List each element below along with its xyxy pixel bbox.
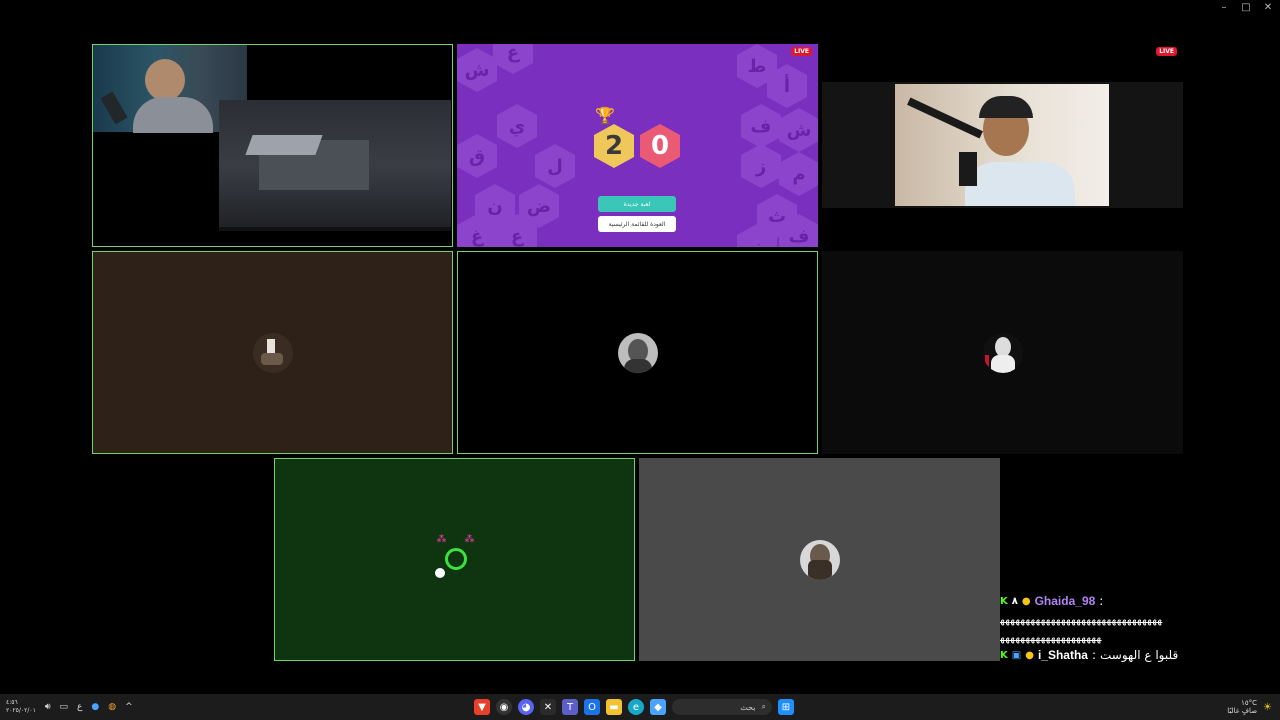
- app-icon[interactable]: ◆: [650, 699, 666, 715]
- volume-icon[interactable]: 🔊︎: [45, 702, 51, 712]
- bg-hex: ش: [779, 108, 818, 152]
- live-badge: LIVE: [791, 47, 812, 56]
- bg-hex: ش: [457, 48, 497, 92]
- main-menu-button[interactable]: العودة للقائمة الرئيسية: [598, 216, 676, 232]
- network-icon[interactable]: ▭: [60, 702, 69, 712]
- discord-icon[interactable]: ◕: [518, 699, 534, 715]
- tile-participant[interactable]: [822, 251, 1183, 454]
- maximize-button[interactable]: □: [1240, 2, 1252, 13]
- weather-temp: ١٥°C: [1241, 699, 1258, 707]
- windows-start-icon[interactable]: ⊞: [778, 699, 794, 715]
- tile-game[interactable]: LIVE ش ع ي ق ل ن ض غ ع ط أ ف ش ز م ث ف ز…: [457, 44, 818, 247]
- bg-hex: م: [779, 152, 818, 196]
- search-box[interactable]: بحث ⌕: [672, 699, 772, 715]
- chat-separator: :: [1099, 594, 1104, 608]
- tile-participant[interactable]: [92, 251, 453, 454]
- chat-message: K ▣ ● i_Shatha : قلبوا ع الهوست: [1000, 646, 1275, 664]
- live-badge: LIVE: [1156, 47, 1177, 56]
- bg-hex: ي: [497, 104, 537, 148]
- bg-hex: ق: [457, 134, 497, 178]
- tile-webcam[interactable]: LIVE: [822, 44, 1183, 247]
- window-controls: – □ ✕: [1218, 2, 1274, 13]
- weather-icon: ☀: [1263, 701, 1272, 713]
- terminal-icon[interactable]: ✕: [540, 699, 556, 715]
- avatar: [982, 332, 1023, 373]
- avatar: [617, 332, 658, 373]
- taskbar: ٤:٥٦ ٢٠٢٥/٠٢/٠١ 🔊︎ ▭ ع ● ◍ ^ ▼ ◉ ◕ ✕ T O…: [0, 694, 1280, 720]
- chat-text: قلبوا ع الهوست: [1100, 648, 1179, 662]
- edge-icon[interactable]: e: [628, 699, 644, 715]
- teams-icon[interactable]: T: [562, 699, 578, 715]
- coin-badge-icon: ●: [1025, 649, 1034, 661]
- badge-icon: ٨: [1011, 595, 1018, 607]
- bg-hex: ف: [741, 104, 781, 148]
- outlook-icon[interactable]: O: [584, 699, 600, 715]
- avatar: [799, 539, 840, 580]
- minimize-button[interactable]: –: [1218, 2, 1230, 13]
- kick-badge-icon: K: [1000, 649, 1008, 661]
- d-logo-icon: [444, 547, 467, 570]
- chat-username: i_Shatha: [1037, 648, 1088, 662]
- avatar: [252, 332, 293, 373]
- weather[interactable]: ١٥°C صافٍ غالبًا ☀: [1227, 699, 1272, 715]
- webcam-feed: [895, 84, 1109, 206]
- chevron-up-icon[interactable]: ^: [125, 702, 133, 712]
- language-indicator[interactable]: ع: [77, 702, 82, 712]
- new-game-button[interactable]: لعبة جديدة: [598, 196, 676, 212]
- bg-hex: ز: [741, 144, 781, 188]
- system-tray: ٤:٥٦ ٢٠٢٥/٠٢/٠١ 🔊︎ ▭ ع ● ◍ ^: [6, 699, 133, 715]
- clock-time: ٤:٥٦: [6, 699, 18, 706]
- chat-text: ﻬﻬﻬﻬﻬﻬﻬﻬﻬﻬﻬﻬﻬﻬﻬﻬﻬﻬﻬﻬ: [1000, 630, 1102, 644]
- clock-date: ٢٠٢٥/٠٢/٠١: [6, 707, 36, 714]
- clock[interactable]: ٤:٥٦ ٢٠٢٥/٠٢/٠١: [6, 699, 36, 715]
- bg-hex: ل: [535, 144, 575, 188]
- score-left: 2: [594, 124, 634, 168]
- chat-overlay: K ٨ ● Ghaida_98 : ﻬﻬﻬﻬﻬﻬﻬﻬﻬﻬﻬﻬﻬﻬﻬﻬﻬﻬﻬﻬﻬﻬ…: [1000, 592, 1275, 664]
- sub-badge-icon: ▣: [1011, 649, 1022, 661]
- brave-icon[interactable]: ▼: [474, 699, 490, 715]
- tile-participant[interactable]: [639, 458, 1000, 661]
- chat-separator: :: [1091, 648, 1096, 662]
- obs-icon[interactable]: ◉: [496, 699, 512, 715]
- mic-icon[interactable]: ●: [91, 702, 99, 712]
- coin-badge-icon: ●: [1021, 595, 1031, 607]
- taskbar-apps: ▼ ◉ ◕ ✕ T O ▬ e ◆ بحث ⌕ ⊞: [474, 699, 794, 715]
- tile-screenshare[interactable]: [92, 44, 453, 247]
- tray-app-icon[interactable]: ◍: [108, 702, 116, 712]
- kick-badge-icon: K: [1000, 595, 1008, 607]
- bg-hex: ع: [493, 44, 533, 74]
- score-right: 0: [640, 124, 680, 168]
- shared-screen: [219, 100, 451, 231]
- close-button[interactable]: ✕: [1262, 2, 1274, 13]
- chat-username: Ghaida_98: [1034, 594, 1096, 608]
- tile-participant[interactable]: [457, 251, 818, 454]
- avatar: ⁂ ⁂: [434, 534, 475, 580]
- chat-text: ﻬﻬﻬﻬﻬﻬﻬﻬﻬﻬﻬﻬﻬﻬﻬﻬﻬﻬﻬﻬﻬﻬﻬﻬﻬﻬﻬﻬﻬﻬﻬﻬ: [1000, 612, 1163, 626]
- search-icon: ⌕: [761, 702, 766, 711]
- folder-icon[interactable]: ▬: [606, 699, 622, 715]
- weather-desc: صافٍ غالبًا: [1227, 707, 1258, 715]
- chat-message: K ٨ ● Ghaida_98 :: [1000, 592, 1275, 610]
- tile-participant[interactable]: ⁂ ⁂: [274, 458, 635, 661]
- search-placeholder: بحث: [740, 702, 756, 712]
- trophy-icon: 🏆: [595, 106, 615, 125]
